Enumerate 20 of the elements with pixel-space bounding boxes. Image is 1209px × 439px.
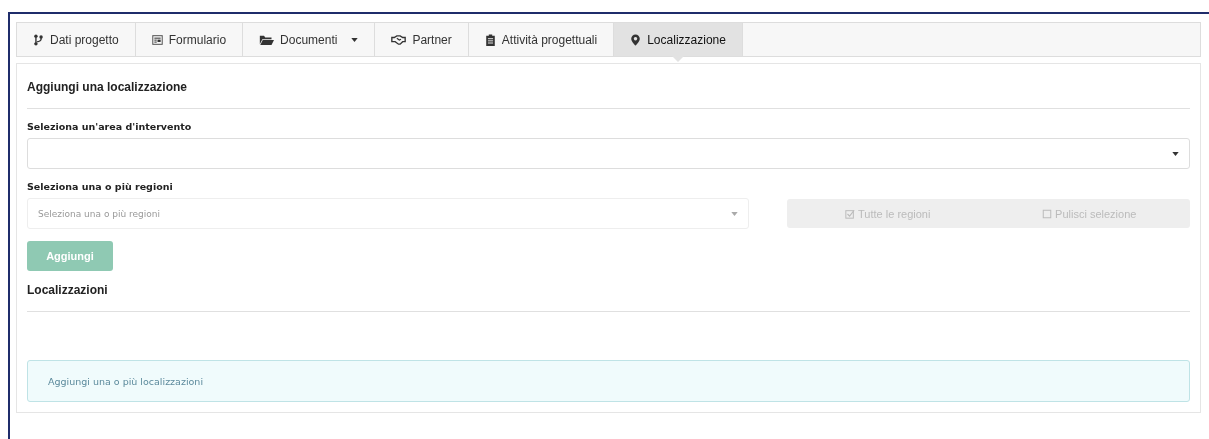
- empty-box-icon: [1042, 208, 1053, 219]
- section-title: Aggiungi una localizzazione: [27, 79, 188, 94]
- handshake-icon: [391, 33, 407, 46]
- map-pin-icon: [630, 33, 642, 46]
- folder-icon: [259, 33, 275, 46]
- area-select[interactable]: [27, 138, 1190, 169]
- tab[interactable]: Dati progetto: [17, 23, 136, 56]
- caret-icon: [1172, 151, 1179, 156]
- section-title: Localizzazioni: [27, 282, 109, 297]
- caret-icon: [731, 211, 738, 216]
- form-icon: [151, 33, 163, 46]
- field-label: Seleziona un'area d'intervento: [27, 121, 193, 132]
- tab[interactable]: Partner: [375, 23, 469, 56]
- field-label: Seleziona una o più regioni: [27, 181, 174, 192]
- clipboard-icon: [484, 33, 496, 46]
- checked-box-icon: [845, 208, 856, 219]
- tab[interactable]: Documenti: [243, 23, 376, 56]
- info-alert: Aggiungi una o più localizzazioni: [27, 360, 1190, 402]
- tab[interactable]: Formulario: [135, 23, 244, 56]
- branch-icon: [33, 33, 44, 46]
